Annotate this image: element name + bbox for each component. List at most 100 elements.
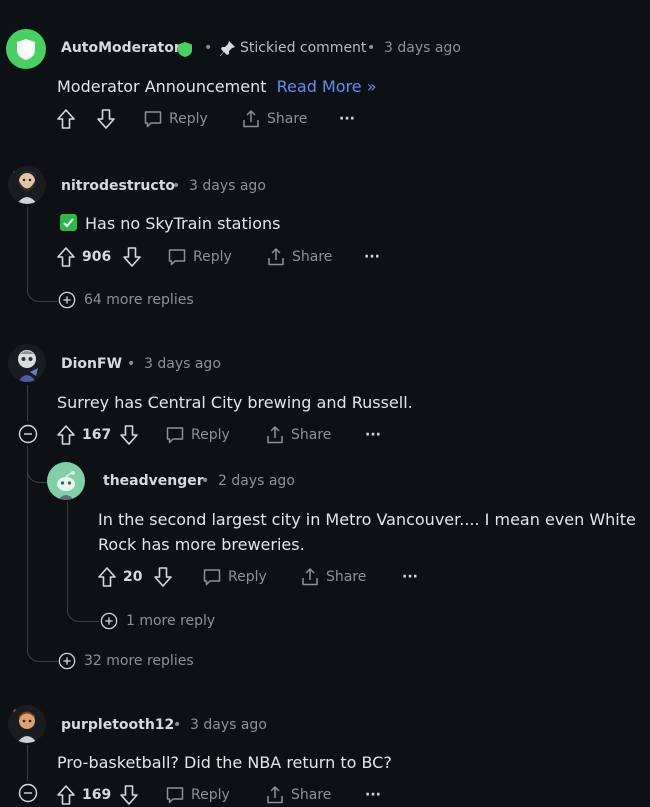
upvote-button[interactable] — [56, 108, 96, 130]
share-button[interactable]: Share — [265, 425, 365, 445]
share-icon — [268, 248, 284, 266]
thread-connector — [27, 446, 48, 483]
vote-count: 20 — [123, 569, 143, 585]
avatar[interactable] — [8, 344, 46, 382]
comment-body: Has no SkyTrain stations — [60, 211, 280, 236]
more-options-button[interactable]: ··· — [365, 427, 381, 443]
stickied-label: Stickied comment — [240, 40, 367, 56]
reply-button[interactable]: Reply — [167, 247, 266, 267]
downvote-icon — [120, 785, 138, 805]
collapse-icon — [18, 424, 38, 444]
more-replies-button[interactable]: 64 more replies — [58, 291, 194, 309]
share-button[interactable]: Share — [300, 567, 402, 587]
plus-circle-icon — [58, 652, 76, 670]
comment-author[interactable]: purpletooth12 — [61, 717, 174, 733]
pin-icon — [219, 40, 236, 61]
avatar[interactable] — [8, 166, 46, 204]
reply-icon — [166, 787, 184, 804]
more-options-button[interactable]: ··· — [339, 111, 355, 127]
more-replies-button[interactable]: 32 more replies — [58, 652, 194, 670]
thread-line — [27, 745, 28, 781]
vote-count: 167 — [82, 427, 112, 443]
comment-actions: Reply Share ··· — [56, 107, 355, 131]
separator-dot: • — [204, 40, 213, 56]
thread-line — [27, 385, 28, 421]
share-icon — [267, 786, 283, 804]
upvote-button[interactable]: 167 — [56, 424, 119, 446]
comment-actions: 167 Reply Share ··· — [56, 423, 381, 447]
thread-connector — [27, 620, 58, 662]
collapse-button[interactable] — [18, 783, 38, 807]
separator-dot: • — [172, 178, 181, 194]
upvote-button[interactable]: 169 — [56, 784, 119, 806]
reply-icon — [203, 569, 221, 586]
comment-time: 3 days ago — [384, 40, 461, 56]
comment-body: In the second largest city in Metro Vanc… — [98, 510, 636, 554]
share-icon — [243, 110, 259, 128]
comment-time: 2 days ago — [218, 473, 295, 489]
downvote-button[interactable] — [119, 424, 165, 446]
comment-body: Moderator Announcement Read More » — [57, 77, 377, 96]
more-replies-button[interactable]: 1 more reply — [100, 612, 215, 630]
collapse-icon — [18, 783, 38, 803]
comment-actions: 906 Reply Share ··· — [56, 245, 380, 269]
reply-button[interactable]: Reply — [202, 567, 300, 587]
reply-button[interactable]: Reply — [165, 785, 265, 805]
comment-body: Surrey has Central City brewing and Russ… — [57, 393, 413, 412]
upvote-icon — [57, 425, 75, 445]
separator-dot: • — [173, 717, 182, 733]
reply-icon — [168, 249, 186, 266]
more-options-button[interactable]: ··· — [365, 787, 381, 803]
comment-actions: 169 Reply Share ··· — [56, 783, 381, 807]
comment-time: 3 days ago — [190, 717, 267, 733]
upvote-button[interactable]: 20 — [97, 566, 153, 588]
reply-icon — [144, 111, 162, 128]
avatar[interactable] — [47, 462, 85, 500]
vote-count: 169 — [82, 787, 112, 803]
comment-time: 3 days ago — [144, 356, 221, 372]
share-icon — [267, 426, 283, 444]
upvote-icon — [57, 247, 75, 267]
separator-dot: • — [127, 356, 136, 372]
separator-dot: • — [201, 473, 210, 489]
mod-shield-icon — [177, 41, 193, 62]
downvote-button[interactable] — [153, 566, 202, 588]
downvote-button[interactable] — [119, 784, 165, 806]
comment-author[interactable]: AutoModerator — [61, 40, 181, 56]
plus-circle-icon — [58, 291, 76, 309]
comment-body: Pro-basketball? Did the NBA return to BC… — [57, 753, 392, 772]
reply-button[interactable]: Reply — [143, 109, 241, 129]
share-button[interactable]: Share — [241, 109, 339, 129]
more-options-button[interactable]: ··· — [364, 249, 380, 265]
checkbox-icon — [60, 214, 77, 231]
downvote-icon — [123, 247, 141, 267]
upvote-icon — [57, 109, 75, 129]
reply-icon — [166, 427, 184, 444]
comment-author[interactable]: theadvenger — [103, 473, 204, 489]
more-options-button[interactable]: ··· — [402, 569, 418, 585]
downvote-icon — [154, 567, 172, 587]
avatar[interactable] — [6, 29, 46, 69]
upvote-icon — [98, 567, 116, 587]
separator-dot: • — [367, 40, 376, 56]
plus-circle-icon — [100, 612, 118, 630]
shield-icon — [17, 39, 35, 60]
vote-count: 906 — [82, 249, 112, 265]
upvote-button[interactable]: 906 — [56, 246, 122, 268]
downvote-button[interactable] — [96, 108, 143, 130]
thread-connector — [67, 502, 99, 622]
share-button[interactable]: Share — [266, 247, 364, 267]
reply-button[interactable]: Reply — [165, 425, 265, 445]
downvote-button[interactable] — [122, 246, 167, 268]
share-icon — [302, 568, 318, 586]
comment-time: 3 days ago — [189, 178, 266, 194]
upvote-icon — [57, 785, 75, 805]
collapse-button[interactable] — [18, 424, 38, 448]
avatar[interactable] — [8, 705, 46, 743]
comment-author[interactable]: nitrodestructo — [61, 178, 175, 194]
share-button[interactable]: Share — [265, 785, 365, 805]
read-more-link[interactable]: Read More » — [277, 77, 377, 96]
comment-actions: 20 Reply Share ··· — [97, 565, 418, 589]
downvote-icon — [120, 425, 138, 445]
comment-author[interactable]: DionFW — [61, 356, 122, 372]
